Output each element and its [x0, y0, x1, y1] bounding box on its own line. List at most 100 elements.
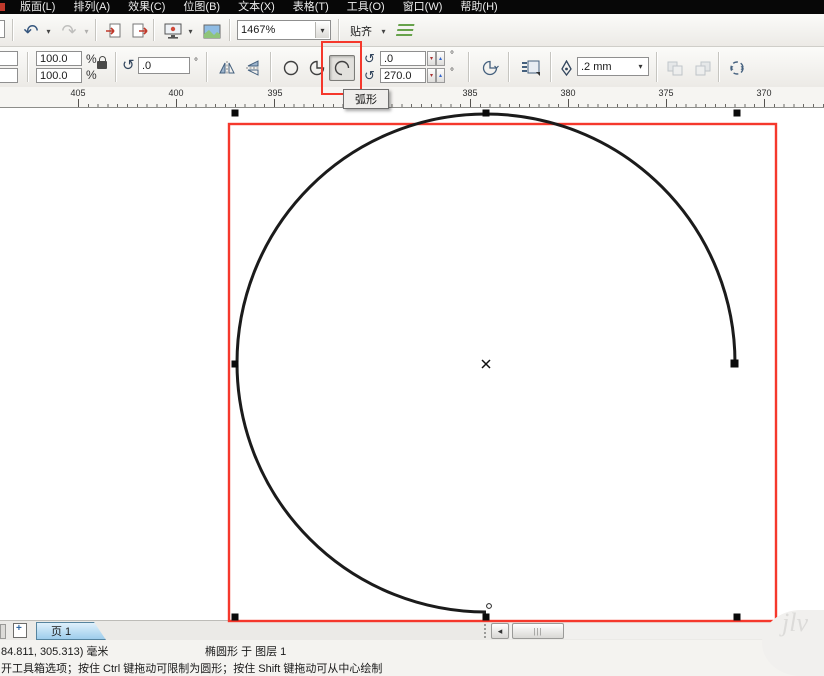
- overlap-squares-icon: [695, 61, 712, 76]
- outline-width-combobox[interactable]: .2 mm ▾: [577, 57, 649, 76]
- separator: [270, 52, 271, 82]
- zoom-level-combobox[interactable]: 1467% ▾: [237, 20, 331, 40]
- selected-object-info: 椭圆形 于 图层 1: [205, 643, 286, 659]
- clipped-position-field[interactable]: [0, 51, 18, 66]
- clipped-nav-button[interactable]: [0, 624, 6, 639]
- wrap-text-button[interactable]: [516, 55, 546, 81]
- separator: [27, 52, 28, 82]
- mirror-horizontal-button[interactable]: [214, 55, 240, 81]
- ellipse-button[interactable]: [278, 55, 304, 81]
- chevron-down-icon: ▾: [188, 27, 192, 36]
- coreldraw-window: 版面(L)排列(A)效果(C)位图(B)文本(X)表格(T)工具(O)窗口(W)…: [0, 0, 824, 676]
- import-button[interactable]: [101, 18, 127, 44]
- menu-item-2[interactable]: 排列(A): [65, 0, 118, 14]
- snap-to-dropdown[interactable]: ▾: [377, 20, 390, 42]
- menu-bar-items: 版面(L)排列(A)效果(C)位图(B)文本(X)表格(T)工具(O)窗口(W)…: [10, 0, 506, 14]
- horizontal-scrollbar-thumb[interactable]: |||: [512, 623, 564, 639]
- undo-dropdown[interactable]: ▾: [42, 18, 55, 44]
- scroll-left-button[interactable]: ◂: [491, 623, 509, 639]
- menu-bar: 版面(L)排列(A)效果(C)位图(B)文本(X)表格(T)工具(O)窗口(W)…: [0, 0, 824, 14]
- separator: [656, 52, 657, 82]
- arc-end-spin-down[interactable]: ▾: [427, 68, 436, 83]
- outline-width-button[interactable]: [556, 55, 576, 81]
- chevron-down-icon[interactable]: ▾: [634, 59, 647, 74]
- convert-to-curves-button[interactable]: [724, 55, 750, 81]
- circular-arrows-icon: [728, 59, 746, 77]
- horizontal-ruler[interactable]: 405400395390385380375370: [0, 87, 824, 108]
- clockwise-arc-icon: [481, 59, 499, 77]
- export-button[interactable]: [126, 18, 152, 44]
- launcher-dropdown[interactable]: ▾: [184, 18, 197, 44]
- app-logo-icon: [0, 3, 5, 11]
- options-button[interactable]: [393, 19, 417, 43]
- arc-start-spin-down[interactable]: ▾: [427, 51, 436, 66]
- export-icon: [130, 22, 148, 40]
- drawing-canvas[interactable]: [0, 108, 824, 620]
- menu-item-6[interactable]: 表格(T): [285, 0, 337, 14]
- undo-icon: ↶: [23, 22, 38, 40]
- red-annotation-button-box: [321, 41, 362, 95]
- menu-item-4[interactable]: 位图(B): [175, 0, 228, 14]
- page-tab-label: 页 1: [51, 623, 71, 639]
- rotation-angle-field[interactable]: .0: [138, 57, 190, 74]
- horizontal-scrollbar-track[interactable]: |||: [510, 623, 772, 639]
- arc-start-angle-value: .0: [384, 53, 393, 65]
- ruler-number: 395: [267, 88, 282, 98]
- menu-item-7[interactable]: 工具(O): [339, 0, 393, 14]
- menu-item-3[interactable]: 效果(C): [120, 0, 173, 14]
- ruler-number: 405: [70, 88, 85, 98]
- ruler-number: 385: [462, 88, 477, 98]
- add-page-button[interactable]: [13, 623, 27, 638]
- wrap-style-button-2[interactable]: [690, 55, 716, 81]
- arc-start-spin-up[interactable]: ▴: [436, 51, 445, 66]
- wrap-panel-icon: [521, 59, 541, 77]
- tool-hint-text: 开工具箱选项；按住 Ctrl 键拖动可限制为圆形；按住 Shift 键拖动可从中…: [1, 660, 382, 676]
- arc-end-angle-field[interactable]: 270.0: [380, 68, 426, 83]
- arc-end-spin-up[interactable]: ▴: [436, 68, 445, 83]
- status-bar: 84.811, 305.313) 毫米 椭圆形 于 图层 1 开工具箱选项；按住…: [0, 640, 824, 676]
- chevron-down-icon: ▾: [381, 27, 385, 36]
- percent-label: %: [86, 68, 97, 82]
- ruler-number: 370: [756, 88, 771, 98]
- chevron-down-icon: ▾: [84, 27, 88, 36]
- separator: [229, 19, 230, 41]
- scale-v-field[interactable]: 100.0: [36, 68, 82, 83]
- tooltip-label: 弧形: [355, 91, 377, 107]
- mirror-vertical-button[interactable]: [240, 55, 266, 81]
- separator: [468, 52, 469, 82]
- picture-icon: [203, 24, 221, 39]
- thumb-grip-icon: |||: [533, 627, 542, 636]
- snap-to-label: 贴齐: [350, 23, 372, 39]
- wrap-style-button-1[interactable]: [662, 55, 688, 81]
- scale-h-field[interactable]: 100.0: [36, 51, 82, 66]
- lock-ratio-icon[interactable]: [97, 61, 107, 69]
- snap-to-button[interactable]: 贴齐: [344, 20, 378, 42]
- clipped-toolbar-button[interactable]: [0, 20, 5, 38]
- menu-item-5[interactable]: 文本(X): [230, 0, 283, 14]
- application-launcher-button[interactable]: [159, 18, 187, 44]
- overlap-squares-icon: [667, 61, 684, 76]
- mirror-horizontal-icon: [219, 61, 235, 75]
- separator: [12, 19, 13, 41]
- separator: [115, 52, 116, 82]
- redo-dropdown[interactable]: ▾: [80, 18, 93, 44]
- chevron-down-icon[interactable]: ▾: [315, 22, 329, 38]
- menu-item-9[interactable]: 帮助(H): [452, 0, 505, 14]
- ruler-number: 380: [560, 88, 575, 98]
- arc-end-angle-value: 270.0: [384, 70, 412, 82]
- redo-button[interactable]: ↷: [56, 18, 82, 44]
- menu-item-1[interactable]: 版面(L): [12, 0, 63, 14]
- page-bar: 页 1 ◂ |||: [0, 620, 824, 640]
- scale-h-value: 100.0: [40, 53, 68, 65]
- tab-page-1[interactable]: 页 1: [36, 622, 106, 640]
- welcome-screen-button[interactable]: [199, 18, 225, 44]
- standard-toolbar: ↶ ▾ ↷ ▾: [0, 14, 824, 47]
- change-direction-button[interactable]: [476, 55, 504, 81]
- menu-item-8[interactable]: 窗口(W): [395, 0, 451, 14]
- zoom-level-value: 1467%: [241, 24, 275, 36]
- percent-label: %: [86, 52, 97, 66]
- clipped-position-field[interactable]: [0, 68, 18, 83]
- ellipse-icon: [282, 59, 300, 77]
- arc-start-angle-field[interactable]: .0: [380, 51, 426, 66]
- undo-button[interactable]: ↶: [18, 18, 44, 44]
